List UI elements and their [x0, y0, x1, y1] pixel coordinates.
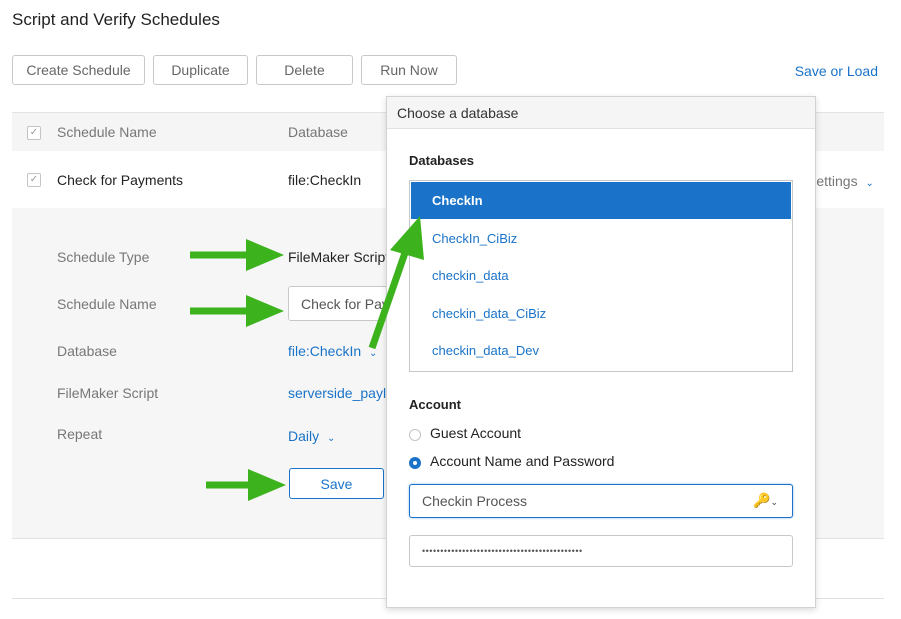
- repeat-label: Repeat: [57, 426, 103, 442]
- database-item-checkin-data-cibiz[interactable]: checkin_data_CiBiz: [411, 295, 791, 332]
- account-name-password-label: Account Name and Password: [430, 453, 615, 469]
- row-schedule-name: Check for Payments: [57, 172, 184, 188]
- settings-dropdown[interactable]: Settings ⌄: [807, 173, 874, 189]
- repeat-select[interactable]: Daily ⌄: [288, 428, 335, 444]
- database-item-checkin-data[interactable]: checkin_data: [411, 257, 791, 294]
- key-icon[interactable]: 🔑⌄: [753, 492, 778, 509]
- password-value: ••••••••••••••••••••••••••••••••••••••••…: [422, 546, 583, 556]
- database-label: Database: [57, 343, 117, 359]
- database-list: CheckIn CheckIn_CiBiz checkin_data check…: [409, 180, 793, 372]
- chevron-down-icon: ⌄: [865, 178, 874, 189]
- schedule-type-label: Schedule Type: [57, 249, 150, 265]
- select-all-checkbox[interactable]: ✓: [27, 126, 41, 140]
- arrow-right-icon: [190, 239, 284, 271]
- filemaker-script-label: FileMaker Script: [57, 385, 159, 401]
- account-name-input[interactable]: Checkin Process: [409, 484, 793, 518]
- schedule-name-label: Schedule Name: [57, 296, 157, 312]
- header-schedule-name: Schedule Name: [57, 124, 157, 140]
- header-database: Database: [288, 124, 348, 140]
- choose-database-popover: Choose a database Databases CheckIn Chec…: [386, 96, 816, 608]
- account-name-password-radio[interactable]: [409, 457, 421, 469]
- delete-button[interactable]: Delete: [256, 55, 353, 85]
- arrow-up-right-icon: [368, 216, 424, 350]
- repeat-select-value: Daily: [288, 428, 320, 444]
- account-label: Account: [409, 397, 461, 412]
- databases-label: Databases: [409, 153, 475, 168]
- create-schedule-button[interactable]: Create Schedule: [12, 55, 145, 85]
- page-title: Script and Verify Schedules: [12, 10, 220, 29]
- duplicate-button[interactable]: Duplicate: [153, 55, 248, 85]
- guest-account-label: Guest Account: [430, 425, 522, 441]
- arrow-right-icon: [190, 295, 284, 327]
- password-input[interactable]: ••••••••••••••••••••••••••••••••••••••••…: [409, 535, 793, 567]
- database-item-checkin-cibiz[interactable]: CheckIn_CiBiz: [411, 220, 791, 257]
- guest-account-radio[interactable]: [409, 429, 421, 441]
- popover-title: Choose a database: [387, 97, 815, 129]
- row-database: file:CheckIn: [288, 172, 362, 188]
- save-button[interactable]: Save: [289, 468, 384, 499]
- database-item-checkin-data-dev[interactable]: checkin_data_Dev: [411, 332, 791, 369]
- arrow-right-icon: [206, 469, 286, 501]
- filemaker-script-select[interactable]: serverside_payl: [288, 385, 386, 401]
- account-name-value: Checkin Process: [422, 493, 528, 509]
- run-now-button[interactable]: Run Now: [361, 55, 457, 85]
- save-or-load-link[interactable]: Save or Load: [795, 63, 878, 79]
- chevron-down-icon: ⌄: [327, 433, 336, 444]
- row-checkbox[interactable]: ✓: [27, 173, 41, 187]
- database-item-checkin[interactable]: CheckIn: [411, 182, 791, 219]
- database-select-value: file:CheckIn: [288, 343, 362, 359]
